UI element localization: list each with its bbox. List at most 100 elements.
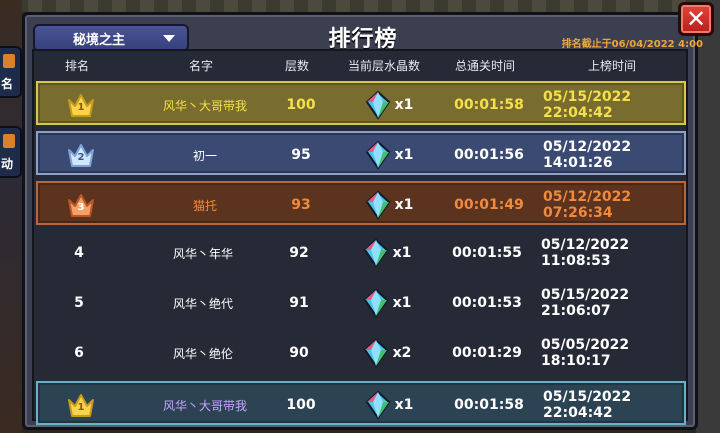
crown-icon: 1 [66, 92, 96, 118]
crown-icon: 1 [66, 392, 96, 418]
table-row[interactable]: 5 风华丶绝代 91 x1 00:01:53 05/15/2022 21:06:07 [36, 281, 686, 325]
header-crystal: 当前层水晶数 [347, 59, 420, 73]
total-clear-time: 00:01:55 [452, 245, 522, 261]
rank-time: 05/15/2022 22:04:42 [543, 89, 632, 121]
table-header: 排名 名字 层数 当前层水晶数 总通关时间 上榜时间 [34, 51, 690, 77]
leaderboard-panel: 秘境之主 排行榜 排名截止于06/04/2022 4:00 排名 名字 层数 当… [22, 12, 703, 430]
player-name: 风华丶大哥带我 [162, 398, 247, 413]
crystal-cell: x1 [338, 383, 438, 427]
table-row[interactable]: 1 风华丶大哥带我 100 x1 00:01:58 05/15/2022 22:04:42 [36, 381, 686, 425]
header-layer: 层数 [284, 59, 309, 73]
total-clear-time: 00:01:56 [454, 147, 524, 163]
side-tab-label: 动 [1, 157, 14, 171]
rank-number: 6 [74, 345, 84, 361]
rank-time: 05/15/2022 22:04:42 [543, 389, 632, 421]
crystal-quantity: x1 [392, 295, 412, 311]
total-clear-time: 00:01:58 [454, 97, 524, 113]
crystal-cell: x1 [336, 231, 436, 275]
crystal-group: x1 [361, 288, 412, 318]
crystal-icon [363, 288, 388, 318]
background-right [696, 0, 720, 433]
close-button[interactable]: ✕ [678, 2, 714, 36]
rank-number: 5 [74, 295, 84, 311]
crystal-icon [363, 338, 388, 368]
side-tab-icon [3, 54, 15, 68]
crystal-icon [365, 190, 390, 220]
crown-icon: 3 [66, 192, 96, 218]
rank-number: 4 [74, 245, 84, 261]
total-clear-time: 00:01:29 [452, 345, 522, 361]
table-row[interactable]: 3 猫托 93 x1 00:01:49 05/12/2022 07:26:34 [36, 181, 686, 225]
crystal-quantity: x1 [394, 397, 414, 413]
rank-cell: 6 [56, 331, 102, 375]
crystal-group: x1 [363, 90, 414, 120]
crystal-icon [365, 90, 390, 120]
total-clear-time: 00:01:49 [454, 197, 524, 213]
crystal-icon [363, 238, 388, 268]
rank-time: 05/15/2022 21:06:07 [541, 287, 630, 319]
crystal-cell: x1 [338, 183, 438, 227]
table-row[interactable]: 2 初一 95 x1 00:01:56 05/12/2022 14:01:26 [36, 131, 686, 175]
crystal-cell: x1 [338, 83, 438, 127]
crystal-group: x1 [363, 140, 414, 170]
player-name: 风华丶绝代 [172, 296, 233, 311]
total-clear-time: 00:01:53 [452, 295, 522, 311]
side-tab-icon [3, 134, 15, 148]
layer-count: 90 [289, 345, 309, 361]
crystal-cell: x2 [336, 331, 436, 375]
side-tab-label: 名 [1, 77, 14, 91]
rank-cell: 4 [56, 231, 102, 275]
player-name: 风华丶年华 [172, 246, 233, 261]
crystal-icon [365, 390, 390, 420]
layer-count: 100 [286, 97, 316, 113]
crystal-quantity: x1 [392, 245, 412, 261]
layer-count: 91 [289, 295, 309, 311]
rank-number: 3 [77, 202, 85, 213]
player-name: 初一 [192, 148, 217, 163]
table-row[interactable]: 1 风华丶大哥带我 100 x1 00:01:58 05/15/2022 22:04:42 [36, 81, 686, 125]
crystal-quantity: x2 [392, 345, 412, 361]
crystal-icon [365, 140, 390, 170]
background-strip [0, 0, 720, 12]
leaderboard-table: 排名 名字 层数 当前层水晶数 总通关时间 上榜时间 1 风华丶大哥带我 100 x1… [32, 49, 690, 425]
rank-time: 05/05/2022 18:10:17 [541, 337, 630, 369]
crystal-group: x1 [361, 238, 412, 268]
header-name: 名字 [188, 59, 213, 73]
rank-time: 05/12/2022 07:26:34 [543, 189, 632, 221]
rank-cell: 1 [58, 83, 104, 127]
close-icon: ✕ [685, 5, 707, 33]
crystal-cell: x1 [336, 281, 436, 325]
crystal-quantity: x1 [394, 197, 414, 213]
rank-number: 1 [77, 102, 85, 113]
table-row[interactable]: 4 风华丶年华 92 x1 00:01:55 05/12/2022 11:08:53 [36, 231, 686, 275]
layer-count: 93 [291, 197, 311, 213]
crystal-quantity: x1 [394, 97, 414, 113]
crystal-group: x2 [361, 338, 412, 368]
rank-number: 2 [77, 152, 85, 163]
rank-cell: 1 [58, 383, 104, 427]
header-rank: 排名 [64, 59, 89, 73]
rank-number: 1 [77, 402, 85, 413]
crystal-cell: x1 [338, 133, 438, 177]
rank-cell: 5 [56, 281, 102, 325]
layer-count: 95 [291, 147, 311, 163]
layer-count: 92 [289, 245, 309, 261]
rank-time: 05/12/2022 11:08:53 [541, 237, 630, 269]
table-row[interactable]: 6 风华丶绝伦 90 x2 00:01:29 05/05/2022 18:10:17 [36, 331, 686, 375]
cutoff-notice: 排名截止于06/04/2022 4:00 [561, 39, 703, 50]
crystal-quantity: x1 [394, 147, 414, 163]
rank-cell: 2 [58, 133, 104, 177]
total-clear-time: 00:01:58 [454, 397, 524, 413]
side-tab-activity[interactable]: 动 [0, 126, 22, 178]
player-name: 猫托 [192, 198, 217, 213]
player-name: 风华丶大哥带我 [162, 98, 247, 113]
crystal-group: x1 [363, 190, 414, 220]
rank-time: 05/12/2022 14:01:26 [543, 139, 632, 171]
crystal-group: x1 [363, 390, 414, 420]
header-total-time: 总通关时间 [454, 59, 515, 73]
header-rank-time: 上榜时间 [587, 59, 636, 73]
rank-cell: 3 [58, 183, 104, 227]
player-name: 风华丶绝伦 [172, 346, 233, 361]
crown-icon: 2 [66, 142, 96, 168]
side-tab-rank[interactable]: 名 [0, 46, 22, 98]
